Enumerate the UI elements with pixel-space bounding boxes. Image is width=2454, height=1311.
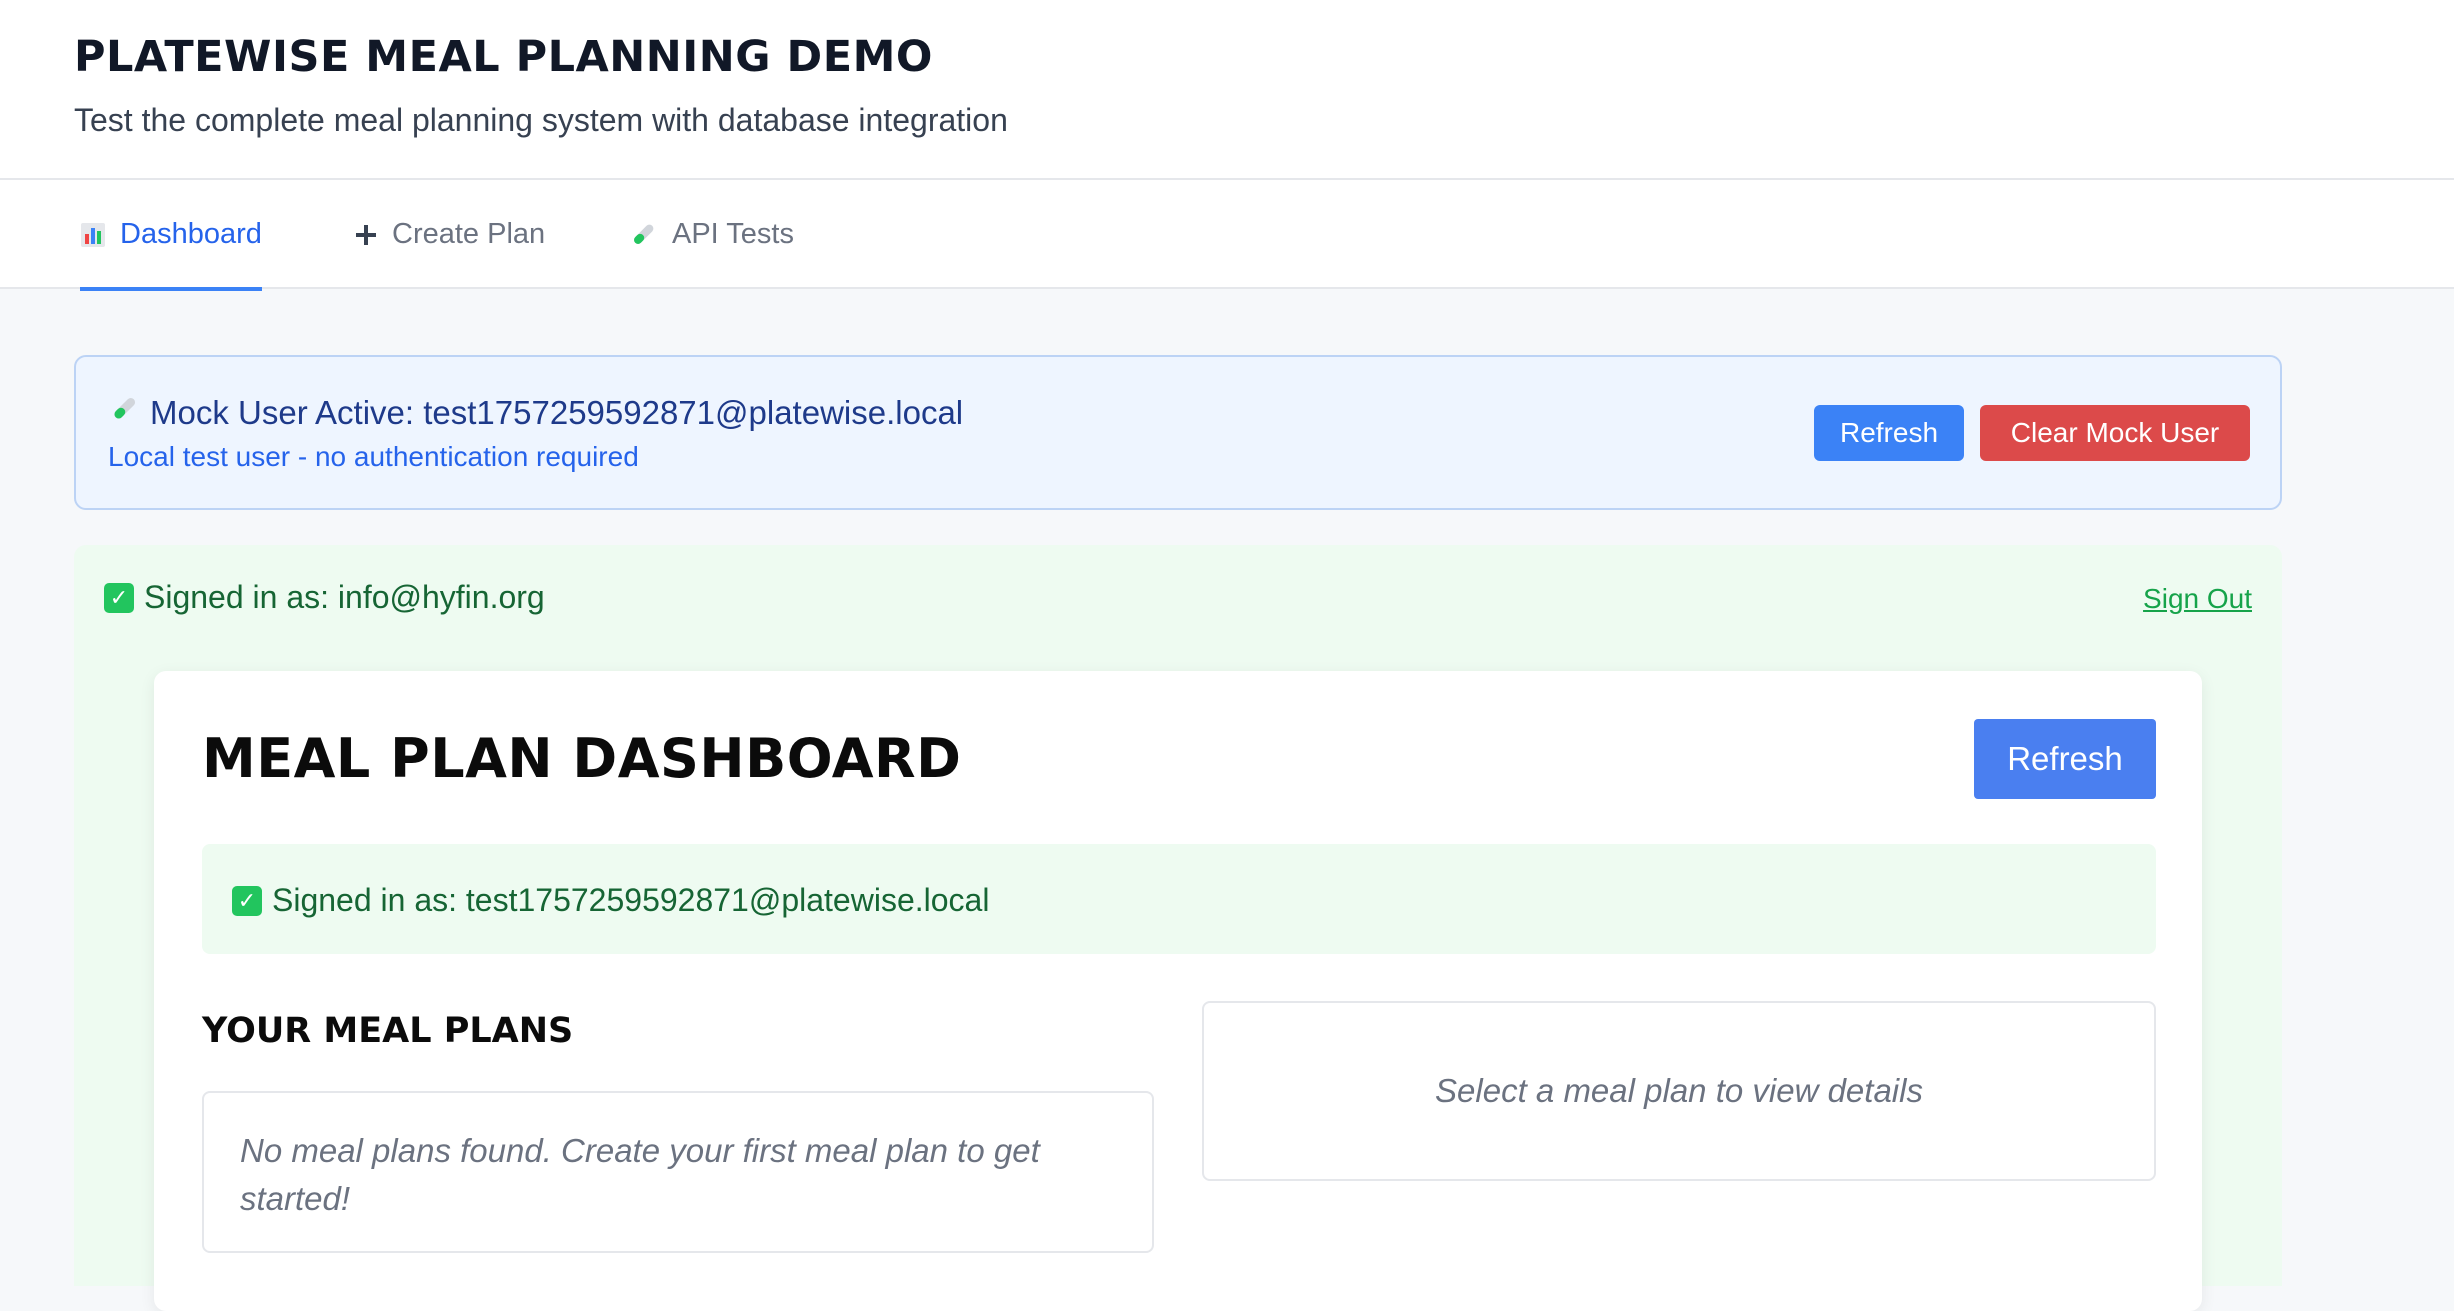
mock-refresh-button[interactable]: Refresh — [1814, 405, 1964, 461]
test-tube-icon — [628, 220, 658, 250]
dashboard-signed-in-status: ✓ Signed in as: test1757259592871@platew… — [202, 844, 2156, 954]
tab-label: API Tests — [672, 218, 794, 250]
tab-label: Create Plan — [392, 218, 546, 250]
clear-mock-user-button[interactable]: Clear Mock User — [1980, 405, 2250, 461]
signed-in-status: ✓ Signed in as: info@hyfin.org — [104, 579, 545, 616]
tab-bar: Dashboard Create Plan API Tests — [0, 180, 2454, 291]
meal-plans-heading: YOUR MEAL PLANS — [202, 1011, 574, 1051]
meal-plan-dashboard: MEAL PLAN DASHBOARD Refresh ✓ Signed in … — [154, 671, 2202, 1311]
app-title: PLATEWISE MEAL PLANNING DEMO — [74, 32, 933, 82]
mock-user-subtitle: Local test user - no authentication requ… — [108, 441, 639, 472]
dashboard-refresh-button[interactable]: Refresh — [1974, 719, 2156, 799]
checkmark-icon: ✓ — [104, 582, 134, 613]
app-subtitle: Test the complete meal planning system w… — [74, 102, 1008, 138]
signed-in-text: Signed in as: info@hyfin.org — [144, 579, 545, 615]
dashboard-title: MEAL PLAN DASHBOARD — [202, 727, 962, 790]
tab-label: Dashboard — [120, 218, 262, 250]
checkmark-icon: ✓ — [232, 885, 262, 916]
auth-panel: ✓ Signed in as: info@hyfin.org Sign Out … — [74, 545, 2282, 1311]
meal-plans-empty-state: No meal plans found. Create your first m… — [202, 1091, 1154, 1253]
dashboard-signed-in-text: Signed in as: test1757259592871@platewis… — [272, 882, 990, 918]
tab-dashboard[interactable]: Dashboard — [80, 180, 262, 291]
app-header: PLATEWISE MEAL PLANNING DEMO Test the co… — [0, 0, 2454, 180]
tab-create-plan[interactable]: Create Plan — [354, 180, 545, 289]
bar-chart-icon — [80, 222, 106, 248]
tab-api-tests[interactable]: API Tests — [628, 180, 794, 289]
mock-user-title-row: Mock User Active: test1757259592871@plat… — [108, 393, 963, 433]
mock-user-banner: Mock User Active: test1757259592871@plat… — [74, 355, 2282, 510]
mock-user-title: Mock User Active: test1757259592871@plat… — [150, 394, 964, 431]
sign-out-link[interactable]: Sign Out — [2143, 583, 2252, 615]
meal-plan-details-placeholder: Select a meal plan to view details — [1202, 1001, 2156, 1181]
dashboard-signed-in-row: ✓ Signed in as: test1757259592871@platew… — [232, 882, 989, 919]
test-tube-icon — [108, 393, 140, 433]
plus-icon — [354, 223, 378, 247]
